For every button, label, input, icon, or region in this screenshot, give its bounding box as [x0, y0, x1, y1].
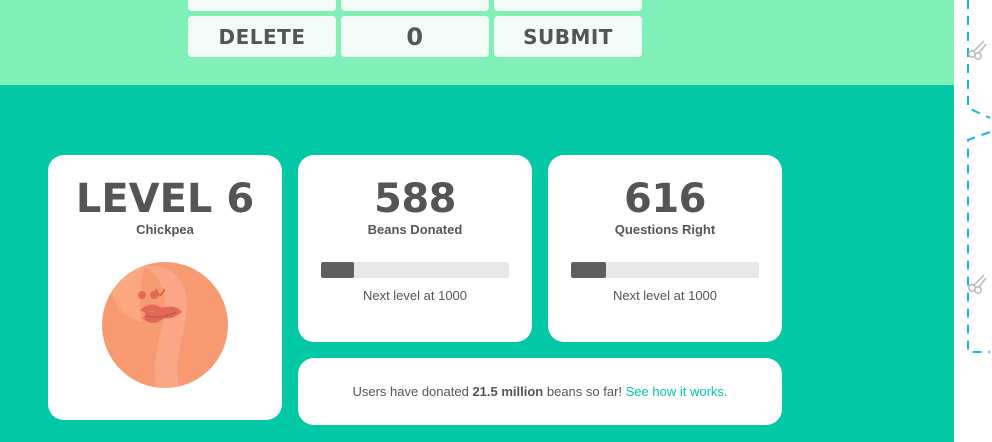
scissors-icon — [968, 274, 987, 294]
donation-info-card: Users have donated 21.5 million beans so… — [298, 358, 782, 425]
beans-donated-card: 588 Beans Donated Next level at 1000 — [298, 155, 532, 342]
side-strip — [954, 0, 992, 442]
keypad-key[interactable] — [494, 0, 642, 11]
keypad-area: DELETE 0 SUBMIT — [0, 0, 954, 85]
chickpea-bean-icon — [102, 262, 228, 388]
delete-button[interactable]: DELETE — [188, 16, 336, 57]
scissors-icon — [968, 40, 987, 60]
level-card: LEVEL 6 Chickpea — [48, 155, 282, 420]
beans-next-level: Next level at 1000 — [362, 288, 468, 303]
donation-info-prefix: Users have donated — [352, 384, 473, 399]
beans-progress-bar — [321, 262, 509, 278]
stats-section: LEVEL 6 Chickpea 588 Beans Donated Next … — [0, 85, 954, 442]
questions-label: Questions Right — [614, 222, 716, 237]
questions-next-level: Next level at 1000 — [612, 288, 718, 303]
questions-progress-bar — [571, 262, 759, 278]
level-title: LEVEL 6 — [75, 176, 255, 222]
beans-label: Beans Donated — [367, 222, 463, 237]
beans-progress-fill — [321, 262, 355, 278]
answer-display: 0 — [341, 16, 489, 57]
keypad-key[interactable] — [341, 0, 489, 11]
level-name: Chickpea — [136, 222, 194, 237]
donation-info: Users have donated 21.5 million beans so… — [352, 384, 727, 399]
questions-progress-fill — [571, 262, 606, 278]
see-how-it-works-link[interactable]: See how it works. — [626, 384, 728, 399]
donation-info-suffix: beans so far! — [543, 384, 626, 399]
questions-count: 616 — [624, 176, 707, 222]
donation-amount: 21.5 million — [472, 384, 544, 399]
dashed-border — [967, 0, 991, 353]
beans-count: 588 — [374, 176, 457, 222]
questions-right-card: 616 Questions Right Next level at 1000 — [548, 155, 782, 342]
keypad-key[interactable] — [188, 0, 336, 11]
submit-button[interactable]: SUBMIT — [494, 16, 642, 57]
